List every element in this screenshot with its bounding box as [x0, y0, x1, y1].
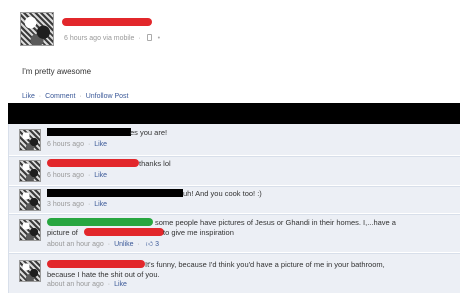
comment-divider: [9, 156, 460, 157]
comment-meta: 6 hours ago · Like: [47, 172, 107, 179]
comment-text: thanks lol: [139, 159, 171, 168]
unfollow-post-link[interactable]: Unfollow Post: [86, 93, 129, 100]
comment-time[interactable]: 6 hours ago: [47, 141, 84, 148]
comment-text: es you are!: [130, 128, 168, 137]
commenter-avatar[interactable]: [19, 160, 41, 182]
poster-avatar[interactable]: [20, 12, 54, 46]
commenter-name-redaction: [47, 218, 153, 226]
meta-separator: ·: [137, 241, 140, 248]
thumbs-up-icon[interactable]: 👍︎: [146, 239, 153, 248]
privacy-icon: •: [157, 35, 161, 42]
meta-separator: ·: [87, 201, 91, 208]
comment-link[interactable]: Comment: [45, 93, 75, 100]
commenter-avatar[interactable]: [19, 219, 41, 241]
comment-time[interactable]: about an hour ago: [47, 241, 104, 248]
comment-divider: [9, 253, 460, 254]
comment-text-line2: because I hate the shit out of you.: [47, 270, 160, 279]
poster-name-redaction: [62, 18, 152, 26]
commenter-avatar[interactable]: [19, 189, 41, 211]
comment-item: uh! And you cook too! :) 3 hours ago · L…: [9, 186, 460, 214]
comment-like-link[interactable]: Like: [114, 281, 127, 288]
comment-divider: [9, 214, 460, 215]
commenter-name-redaction: [47, 128, 131, 136]
comment-text-line2-prefix: picture of: [47, 228, 78, 237]
comment-like-link[interactable]: Like: [94, 141, 107, 148]
post-time[interactable]: 6 hours ago via mobile: [64, 35, 134, 42]
commenter-name-redaction: [47, 260, 145, 268]
commenter-avatar[interactable]: [19, 260, 41, 282]
comments-list: es you are! 6 hours ago · Like thanks lo…: [8, 124, 460, 293]
status-text: I'm pretty awesome: [22, 67, 92, 76]
comment-like-link[interactable]: Like: [94, 172, 107, 179]
comment-item: es you are! 6 hours ago · Like: [9, 124, 460, 156]
comment-unlike-link[interactable]: Unlike: [114, 241, 133, 248]
comment-text-line1: It's funny, because I'd think you'd have…: [145, 260, 385, 269]
commenter-name-redaction: [47, 159, 139, 167]
meta-separator: ·: [107, 281, 111, 288]
action-separator: ·: [38, 93, 42, 100]
comment-meta: about an hour ago · Unlike · 👍︎ 3: [47, 239, 159, 248]
comment-meta: 6 hours ago · Like: [47, 141, 107, 148]
comment-like-link[interactable]: Like: [94, 201, 107, 208]
commenter-avatar[interactable]: [19, 129, 41, 151]
comment-time[interactable]: about an hour ago: [47, 281, 104, 288]
comment-time[interactable]: 6 hours ago: [47, 172, 84, 179]
meta-separator: ·: [87, 172, 91, 179]
comment-text-line2-suffix: to give me inspiration: [163, 228, 234, 237]
post-actions: Like · Comment · Unfollow Post: [22, 93, 128, 100]
meta-separator: ·: [87, 141, 91, 148]
redaction-bar: [8, 103, 460, 124]
comment-item: thanks lol 6 hours ago · Like: [9, 156, 460, 186]
comment-text-line1: some people have pictures of Jesus or Gh…: [155, 218, 396, 227]
like-link[interactable]: Like: [22, 93, 35, 100]
meta-separator: ·: [138, 35, 141, 42]
comment-time[interactable]: 3 hours ago: [47, 201, 84, 208]
comment-divider: [9, 186, 460, 187]
comment-item: It's funny, because I'd think you'd have…: [9, 253, 460, 293]
meta-separator: ·: [107, 241, 111, 248]
commenter-name-redaction: [47, 189, 183, 197]
comment-text: uh! And you cook too! :): [183, 189, 262, 198]
comment-meta: 3 hours ago · Like: [47, 201, 107, 208]
comment-meta: about an hour ago · Like: [47, 281, 127, 288]
post-meta: 6 hours ago via mobile · •: [64, 34, 160, 42]
picture-subject-redaction: [84, 228, 164, 236]
action-separator: ·: [79, 93, 82, 100]
like-count[interactable]: 3: [155, 241, 159, 248]
post-header: 6 hours ago via mobile · •: [0, 0, 460, 58]
mobile-icon: [146, 34, 152, 41]
comment-item: some people have pictures of Jesus or Gh…: [9, 214, 460, 253]
